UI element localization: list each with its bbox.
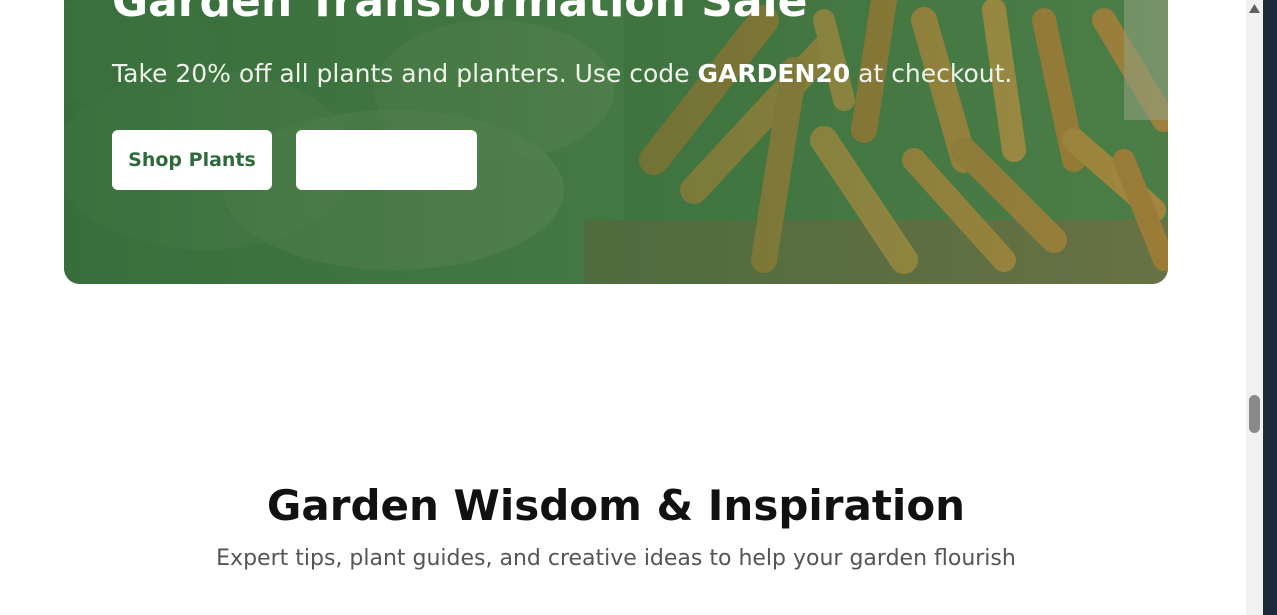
promo-code: GARDEN20 [697,59,851,88]
promo-subtitle-tail: at checkout. [850,59,1013,88]
scroll-up-button[interactable] [1248,2,1261,15]
promo-subtitle: Take 20% off all plants and planters. Us… [112,59,1012,88]
page: Garden Transformation Sale Take 20% off … [0,0,1246,615]
promo-subtitle-lead: Take 20% off all plants and planters. Us… [112,59,698,88]
secondary-button[interactable] [296,130,477,190]
shop-plants-button[interactable]: Shop Plants [112,130,272,190]
promo-banner: Garden Transformation Sale Take 20% off … [64,0,1168,284]
section-subtitle: Expert tips, plant guides, and creative … [216,546,1016,571]
triangle-up-icon [1249,4,1260,13]
promo-title: Garden Transformation Sale [112,0,808,27]
window-edge [1263,0,1277,615]
scroll-thumb[interactable] [1249,395,1260,433]
section-title: Garden Wisdom & Inspiration [266,481,966,530]
vertical-scrollbar[interactable] [1246,0,1263,615]
